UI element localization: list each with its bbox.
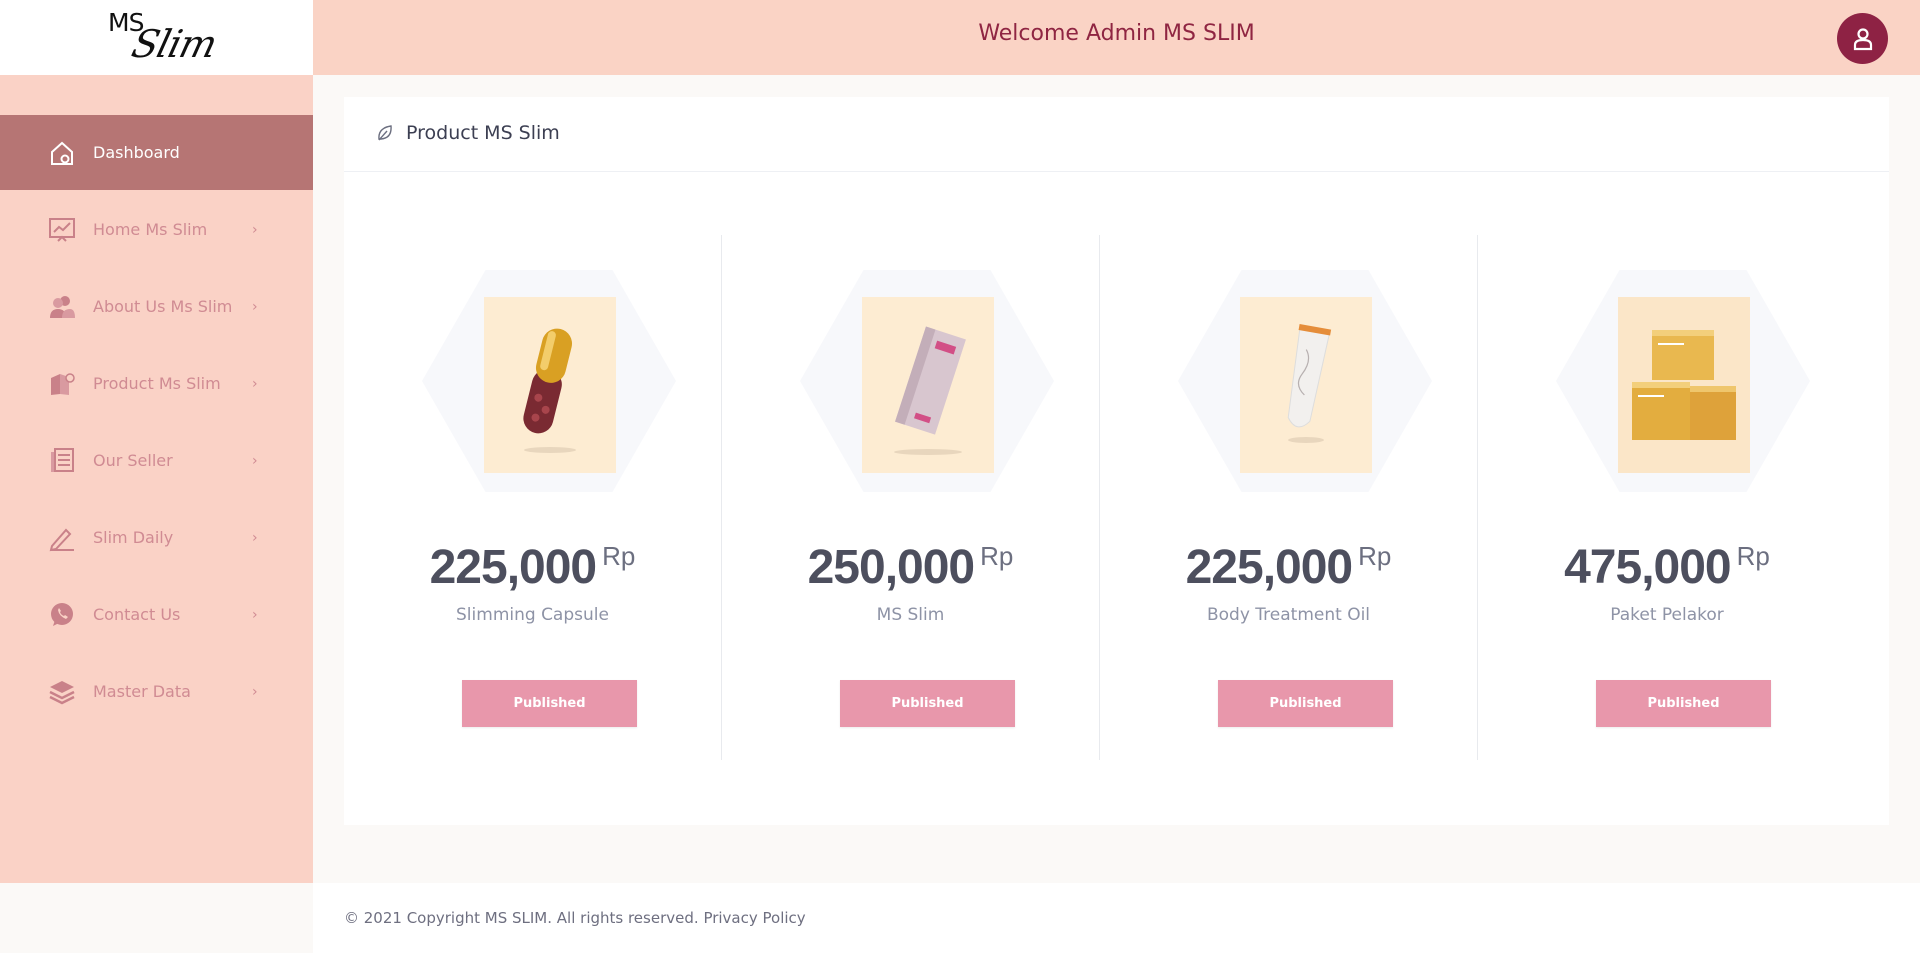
copyright-text: © 2021 Copyright MS SLIM. All rights res… [344,909,699,927]
published-button[interactable]: Published [462,680,637,727]
sidebar-item-label: Home Ms Slim [93,220,208,239]
sidebar-item-about-us[interactable]: About Us Ms Slim › [0,269,313,344]
product-item: 250,000 Rp MS Slim Published [722,235,1100,760]
chevron-right-icon: › [252,683,258,700]
sidebar-item-label: About Us Ms Slim [93,297,233,316]
product-icon [48,370,76,398]
sidebar-item-our-seller[interactable]: Our Seller › [0,423,313,498]
chart-icon [48,216,76,244]
product-item: 225,000 Rp Body Treatment Oil Published [1100,235,1478,760]
product-item: 225,000 Rp Slimming Capsule Published [344,235,722,760]
currency-label: Rp [602,541,636,571]
sidebar-item-slim-daily[interactable]: Slim Daily › [0,500,313,575]
price-row: 225,000 Rp [1100,540,1477,595]
published-button[interactable]: Published [840,680,1015,727]
product-image-boxes [1618,297,1750,473]
sidebar-item-label: Contact Us [93,605,181,624]
product-item: 475,000 Rp Paket Pelakor Published [1478,235,1856,760]
privacy-policy-link[interactable]: Privacy Policy [703,909,805,927]
footer-text: © 2021 Copyright MS SLIM. All rights res… [344,909,806,927]
product-card: Product MS Slim 225,000 Rp Slimming Capsu… [344,97,1889,825]
product-name: Body Treatment Oil [1206,605,1371,625]
product-price: 475,000 [1564,541,1732,594]
pen-icon [48,524,76,552]
currency-label: Rp [1736,541,1770,571]
whatsapp-icon [48,601,76,629]
sidebar-item-contact-us[interactable]: Contact Us › [0,577,313,652]
chevron-right-icon: › [252,221,258,238]
product-name: Slimming Capsule [456,605,609,625]
published-button[interactable]: Published [1218,680,1393,727]
document-icon [48,447,76,475]
sidebar-item-label: Master Data [93,682,191,701]
sidebar-item-label: Dashboard [93,143,180,162]
footer-left-spacer [0,883,313,953]
chevron-right-icon: › [252,298,258,315]
logo-slim-text: Slim [127,22,221,66]
chevron-right-icon: › [252,606,258,623]
price-row: 250,000 Rp [722,540,1099,595]
card-header: Product MS Slim [344,97,1889,172]
card-title: Product MS Slim [406,122,560,144]
product-price: 225,000 [429,541,598,594]
user-icon [1853,27,1872,50]
sidebar-item-label: Our Seller [93,451,173,470]
footer: © 2021 Copyright MS SLIM. All rights res… [313,883,1920,953]
product-price: 225,000 [1185,541,1354,594]
product-image-capsule [484,297,616,473]
product-price: 250,000 [807,541,976,594]
product-name: MS Slim [876,605,945,625]
users-icon [48,293,76,321]
price-row: 225,000 Rp [344,540,721,595]
sidebar-item-label: Slim Daily [93,528,174,547]
published-button[interactable]: Published [1596,680,1771,727]
welcome-title: Welcome Admin MS SLIM [978,21,1255,46]
price-row: 475,000 Rp [1478,540,1856,595]
chevron-right-icon: › [252,452,258,469]
product-image-box [862,297,994,473]
sidebar-item-product[interactable]: Product Ms Slim › [0,346,313,421]
home-icon [48,139,76,167]
layers-icon [48,678,76,706]
chevron-right-icon: › [252,529,258,546]
user-avatar-button[interactable] [1837,13,1888,64]
product-image-tube [1240,297,1372,473]
currency-label: Rp [1358,541,1392,571]
currency-label: Rp [980,541,1014,571]
logo[interactable]: MS Slim [0,0,313,75]
sidebar-item-master-data[interactable]: Master Data › [0,654,313,729]
sidebar: Dashboard Home Ms Slim › About Us Ms Sli… [0,75,313,883]
sidebar-item-dashboard[interactable]: Dashboard [0,115,313,190]
sidebar-item-home-ms-slim[interactable]: Home Ms Slim › [0,192,313,267]
product-name: Paket Pelakor [1610,605,1724,625]
chevron-right-icon: › [252,375,258,392]
top-bar: Welcome Admin MS SLIM [313,0,1920,75]
sidebar-item-label: Product Ms Slim [93,374,221,393]
leaf-icon [376,124,394,146]
